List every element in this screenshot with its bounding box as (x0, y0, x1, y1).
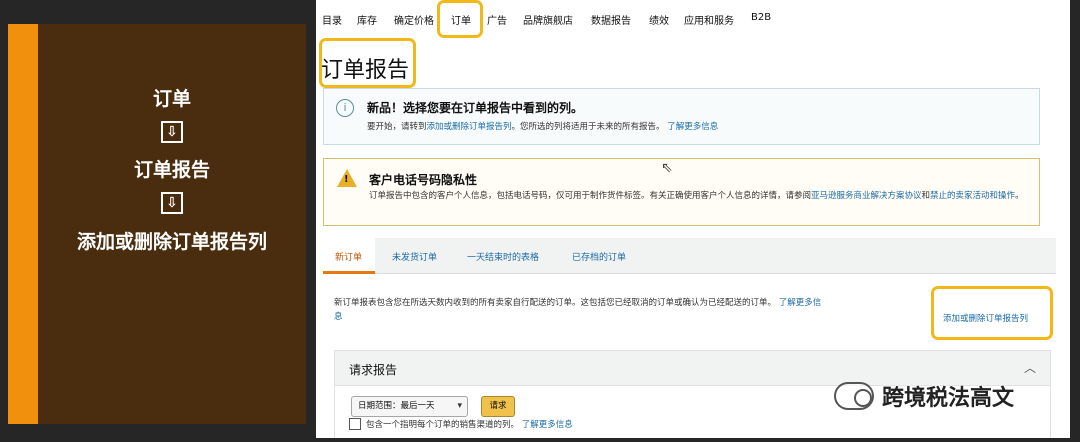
info-learn-more-link[interactable]: 了解更多信息 (667, 122, 718, 132)
nav-inventory[interactable]: 库存 (357, 12, 377, 27)
nav-apps-services[interactable]: 应用和服务 (684, 12, 734, 27)
step-orders: 订单 (152, 88, 191, 110)
date-range-value: 日期范围：最后一天 (358, 401, 435, 411)
warning-title: 客户电话号码隐私性 (369, 173, 478, 187)
top-navigation: 目录 库存 确定价格 订单 广告 品牌旗舰店 数据报告 绩效 应用和服务 B2B (316, 0, 1070, 38)
step-order-reports: 订单报告 (133, 159, 210, 181)
title-highlight (319, 38, 416, 88)
info-title: 新品！选择您要在订单报告中看到的列。 (367, 101, 584, 115)
nav-b2b[interactable]: B2B (751, 12, 771, 23)
accent-bar (8, 24, 38, 424)
chevron-up-icon[interactable]: ︿ (1024, 359, 1036, 376)
nav-catalog[interactable]: 目录 (322, 12, 342, 27)
checkbox-label-text: 包含一个指明每个订单的销售渠道的列。 (366, 420, 520, 430)
watermark-text: 跨境税法高文 (882, 386, 1015, 411)
description-text: 新订单报表包含您在所选天数内收到的所有卖家自行配送的订单。这包括您已经取消的订单… (334, 298, 777, 308)
nav-advertising[interactable]: 广告 (487, 12, 507, 27)
sales-channel-checkbox[interactable] (349, 418, 361, 430)
watermark: 跨境税法高文 (834, 378, 1014, 414)
tab-unshipped-orders[interactable]: 未发货订单 (392, 250, 437, 263)
orders-highlight (437, 0, 483, 38)
warning-alert: ! 客户电话号码隐私性 订单报告中包含的客户个人信息，包括电话号码，仅可用于制作… (323, 158, 1040, 226)
warning-text-prefix: 订单报告中包含的客户个人信息，包括电话号码，仅可用于制作货件标签。有关正确使用客… (369, 191, 812, 201)
info-text-prefix: 要开始，请转到 (367, 122, 427, 132)
down-arrow-icon: ⇩ (161, 121, 183, 143)
nav-stores[interactable]: 品牌旗舰店 (523, 12, 573, 27)
checkbox-learn-more-link[interactable]: 了解更多信息 (522, 420, 573, 430)
seller-central-screen: 目录 库存 确定价格 订单 广告 品牌旗舰店 数据报告 绩效 应用和服务 B2B… (316, 0, 1070, 438)
info-text-middle: 。您所选的列将适用于未来的所有报告。 (511, 122, 665, 132)
step-add-remove-columns: 添加或删除订单报告列 (76, 231, 267, 253)
nav-performance[interactable]: 绩效 (649, 12, 669, 27)
report-tabs: 新订单 未发货订单 一天结束时的表格 已存档的订单 (323, 238, 1056, 274)
nav-pricing[interactable]: 确定价格 (394, 12, 434, 27)
tab-archived-orders[interactable]: 已存档的订单 (572, 250, 626, 263)
warning-text: 订单报告中包含的客户个人信息，包括电话号码，仅可用于制作货件标签。有关正确使用客… (369, 189, 1029, 203)
tab-new-orders[interactable]: 新订单 (335, 250, 362, 263)
add-remove-highlight (931, 286, 1053, 340)
mouse-cursor-icon: ⇖ (661, 160, 673, 176)
info-add-remove-link[interactable]: 添加或删除订单报告列 (427, 122, 512, 132)
sales-channel-label: 包含一个指明每个订单的销售渠道的列。 了解更多信息 (366, 418, 573, 430)
active-tab-underline (323, 271, 375, 274)
nav-reports[interactable]: 数据报告 (591, 12, 631, 27)
report-description: 新订单报表包含您在所选天数内收到的所有卖家自行配送的订单。这包括您已经取消的订单… (334, 296, 824, 324)
info-text: 要开始，请转到添加或删除订单报告列。您所选的列将适用于未来的所有报告。 了解更多… (367, 120, 718, 132)
steps-list: 订单 ⇩ 订单报告 ⇩ 添加或删除订单报告列 (38, 24, 306, 424)
request-button[interactable]: 请求 (481, 396, 515, 417)
chevron-down-icon: ▾ (457, 401, 462, 411)
steps-panel: 订单 ⇩ 订单报告 ⇩ 添加或删除订单报告列 (8, 24, 306, 424)
down-arrow-icon: ⇩ (161, 192, 183, 214)
info-alert: i 新品！选择您要在订单报告中看到的列。 要开始，请转到添加或删除订单报告列。您… (323, 88, 1040, 145)
request-report-title: 请求报告 (349, 363, 398, 377)
date-range-select[interactable]: 日期范围：最后一天 ▾ (351, 396, 468, 417)
bsa-link[interactable]: 亚马逊服务商业解决方案协议 (811, 191, 922, 201)
wechat-icon (834, 382, 874, 410)
warning-suffix: 。 (1015, 191, 1024, 201)
warning-conj: 和 (921, 191, 931, 201)
warning-exclamation: ! (344, 174, 349, 185)
info-icon: i (336, 99, 354, 117)
stage: 订单 ⇩ 订单报告 ⇩ 添加或删除订单报告列 目录 库存 确定价格 订单 广告 … (0, 0, 1080, 442)
tab-end-of-day[interactable]: 一天结束时的表格 (467, 250, 539, 263)
prohibited-activities-link[interactable]: 禁止的卖家活动和操作 (930, 191, 1015, 201)
